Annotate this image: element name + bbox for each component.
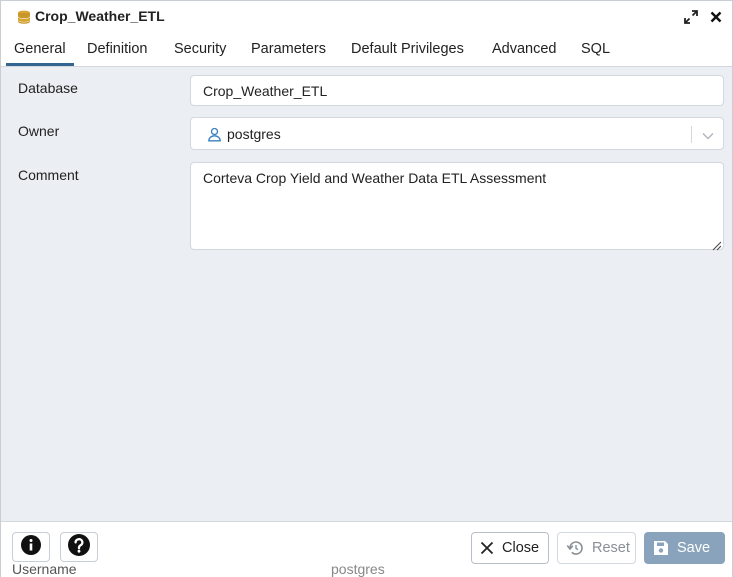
- owner-select[interactable]: postgres: [190, 117, 724, 150]
- reset-button[interactable]: Reset: [557, 532, 636, 564]
- save-icon: [654, 541, 668, 555]
- resize-handle-icon[interactable]: [712, 238, 722, 251]
- database-dialog: Crop_Weather_ETL General Definition Secu…: [0, 0, 733, 577]
- dialog-title: Crop_Weather_ETL: [35, 8, 165, 24]
- owner-value: postgres: [227, 126, 281, 142]
- reset-icon: [566, 541, 583, 555]
- help-icon: [68, 533, 90, 561]
- maximize-icon[interactable]: [681, 7, 701, 27]
- info-icon: [21, 534, 41, 560]
- save-button-label: Save: [677, 540, 711, 556]
- close-icon[interactable]: [706, 7, 726, 27]
- database-label: Database: [18, 80, 78, 96]
- tab-bar: General Definition Security Parameters D…: [1, 33, 732, 67]
- save-button[interactable]: Save: [644, 532, 725, 564]
- background-username-value: postgres: [331, 561, 385, 577]
- database-icon: [17, 10, 31, 24]
- tab-definition[interactable]: Definition: [79, 33, 155, 65]
- tab-parameters[interactable]: Parameters: [243, 33, 334, 65]
- close-button-label: Close: [502, 540, 540, 556]
- database-name-input[interactable]: Crop_Weather_ETL: [190, 75, 724, 106]
- comment-label: Comment: [18, 167, 79, 183]
- tab-advanced[interactable]: Advanced: [484, 33, 565, 65]
- background-username-label: Username: [12, 561, 77, 577]
- database-name-value: Crop_Weather_ETL: [203, 83, 328, 99]
- tab-sql[interactable]: SQL: [573, 33, 618, 65]
- help-button[interactable]: [60, 532, 98, 562]
- info-button[interactable]: [12, 532, 50, 562]
- comment-value: Corteva Crop Yield and Weather Data ETL …: [203, 170, 547, 186]
- tab-security[interactable]: Security: [166, 33, 234, 65]
- select-divider: [691, 126, 692, 143]
- comment-textarea[interactable]: Corteva Crop Yield and Weather Data ETL …: [190, 162, 724, 251]
- tab-default-privileges[interactable]: Default Privileges: [343, 33, 472, 65]
- tab-general[interactable]: General: [6, 33, 74, 66]
- close-button[interactable]: Close: [471, 532, 549, 564]
- dialog-titlebar[interactable]: Crop_Weather_ETL: [1, 1, 732, 33]
- reset-button-label: Reset: [592, 540, 630, 556]
- user-icon: [207, 127, 222, 142]
- close-x-icon: [480, 541, 494, 555]
- owner-label: Owner: [18, 123, 60, 139]
- chevron-down-icon[interactable]: [701, 129, 715, 141]
